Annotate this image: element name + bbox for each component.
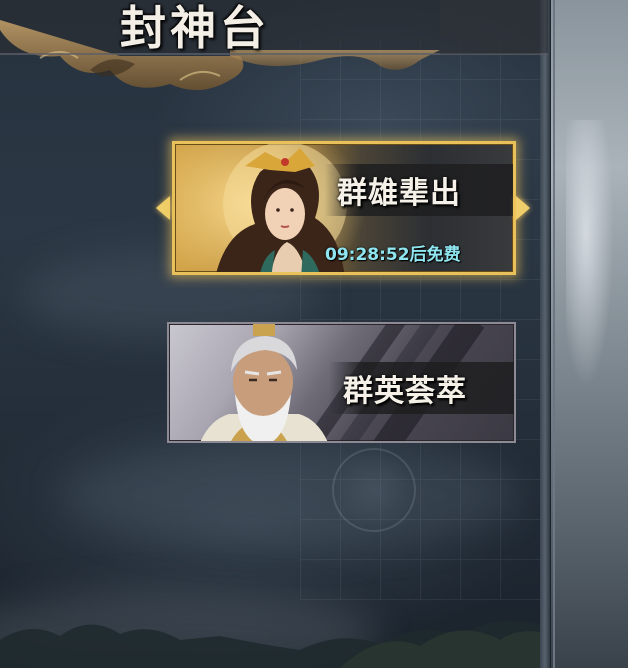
summon-card-heroes-emerge[interactable]: 群雄辈出 09:28:52后免费: [172, 141, 516, 275]
mountain-silhouette: [0, 620, 548, 668]
elder-portrait: [200, 324, 328, 441]
card-title: 群雄辈出: [337, 176, 461, 211]
background-pattern: [300, 40, 540, 600]
game-screen: 封神台 群雄辈出 09:28:52后免费 群英荟萃: [0, 0, 628, 668]
arrow-right-icon: [516, 196, 530, 220]
panel-divider-line: [553, 0, 555, 668]
arrow-left-icon: [156, 196, 170, 220]
side-scenery-panel: [548, 0, 628, 668]
panel-divider: [540, 0, 551, 668]
background-orb: [332, 448, 416, 532]
cloud-ornament: [0, 0, 548, 91]
page-title: 封神台: [120, 1, 270, 55]
free-countdown-timer: 09:28:52后免费: [325, 245, 461, 265]
title-banner: 封神台: [0, 0, 548, 100]
summon-card-heroes-gather[interactable]: 群英荟萃: [167, 322, 516, 443]
card-title: 群英荟萃: [343, 374, 467, 409]
